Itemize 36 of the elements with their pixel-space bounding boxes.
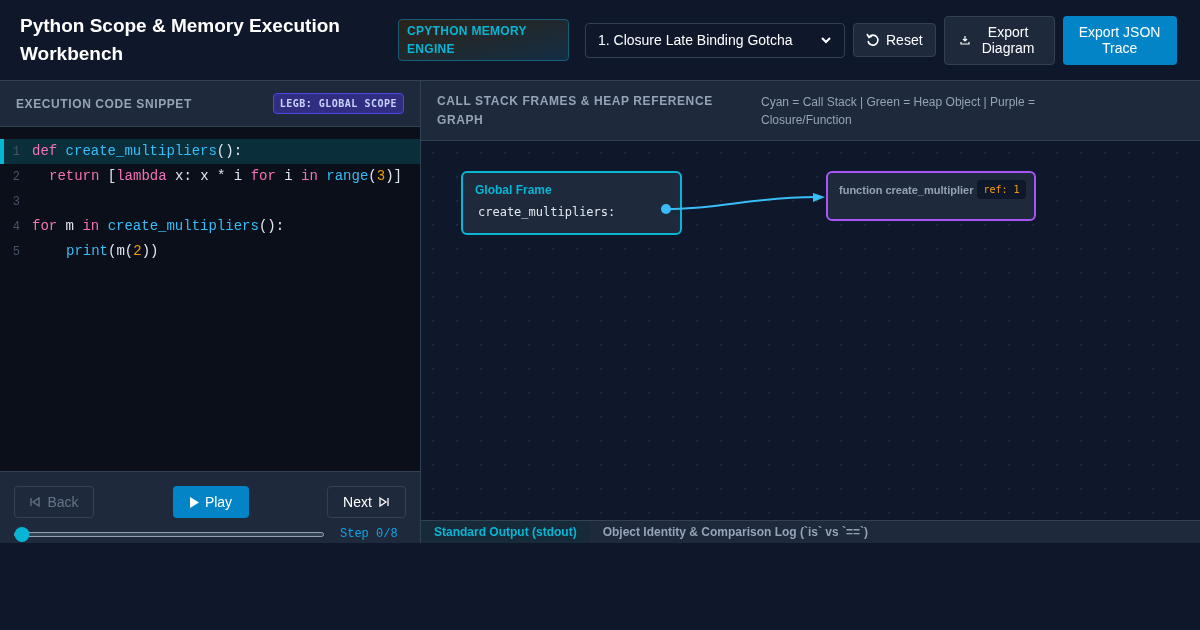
scope-badge: LEGB: GLOBAL SCOPE bbox=[272, 93, 404, 114]
chevron-down-icon bbox=[820, 34, 832, 46]
line-number: 2 bbox=[11, 168, 21, 186]
slider-thumb[interactable] bbox=[14, 526, 30, 542]
download-icon bbox=[960, 35, 971, 45]
code-text: for m in create_multipliers(): bbox=[32, 217, 285, 236]
app-title: Python Scope & Memory Execution Workbench bbox=[20, 14, 341, 66]
code-text: return [lambda x: x * i for i in range(3)] bbox=[48, 167, 402, 186]
reset-icon bbox=[866, 33, 880, 47]
line-number: 5 bbox=[11, 243, 21, 261]
line-number: 3 bbox=[11, 193, 21, 211]
export-trace-button[interactable]: Export JSON Trace bbox=[1062, 15, 1177, 65]
scenario-select[interactable]: 1. Closure Late Binding Gotcha bbox=[585, 22, 845, 58]
next-button[interactable]: Next bbox=[327, 486, 406, 518]
skip-back-icon bbox=[29, 496, 42, 508]
frame-variable: create_multipliers: bbox=[477, 204, 617, 221]
export-diagram-button[interactable]: Export Diagram bbox=[943, 15, 1055, 65]
panel-title: EXECUTION CODE SNIPPET bbox=[16, 95, 192, 113]
legend-text: Cyan = Call Stack | Green = Heap Object | Purple = Closure/Function bbox=[761, 93, 1037, 129]
step-slider[interactable] bbox=[14, 526, 324, 542]
output-tab[interactable]: Standard Output (stdout) bbox=[421, 521, 590, 543]
ref-count-badge: ref: 1 bbox=[977, 180, 1026, 199]
step-label: Step 0/8 bbox=[340, 528, 398, 540]
node-label: function create_multiplier bbox=[839, 183, 974, 198]
output-tab[interactable]: Object Identity & Comparison Log (`is` vs `==`) bbox=[589, 521, 881, 543]
reset-button[interactable]: Reset bbox=[853, 23, 936, 57]
panel-title: CALL STACK FRAMES & HEAP REFERENCE GRAPH bbox=[437, 92, 714, 129]
engine-badge: CPYTHON MEMORY ENGINE bbox=[398, 19, 569, 61]
line-number: 4 bbox=[11, 218, 21, 236]
play-icon bbox=[188, 496, 199, 508]
play-button[interactable]: Play bbox=[172, 486, 249, 518]
code-text: def create_multipliers(): bbox=[32, 142, 243, 161]
line-number: 1 bbox=[11, 143, 21, 161]
frame-title: Global Frame bbox=[475, 182, 553, 199]
skip-forward-icon bbox=[377, 496, 390, 508]
code-text: print(m(2)) bbox=[65, 242, 159, 261]
